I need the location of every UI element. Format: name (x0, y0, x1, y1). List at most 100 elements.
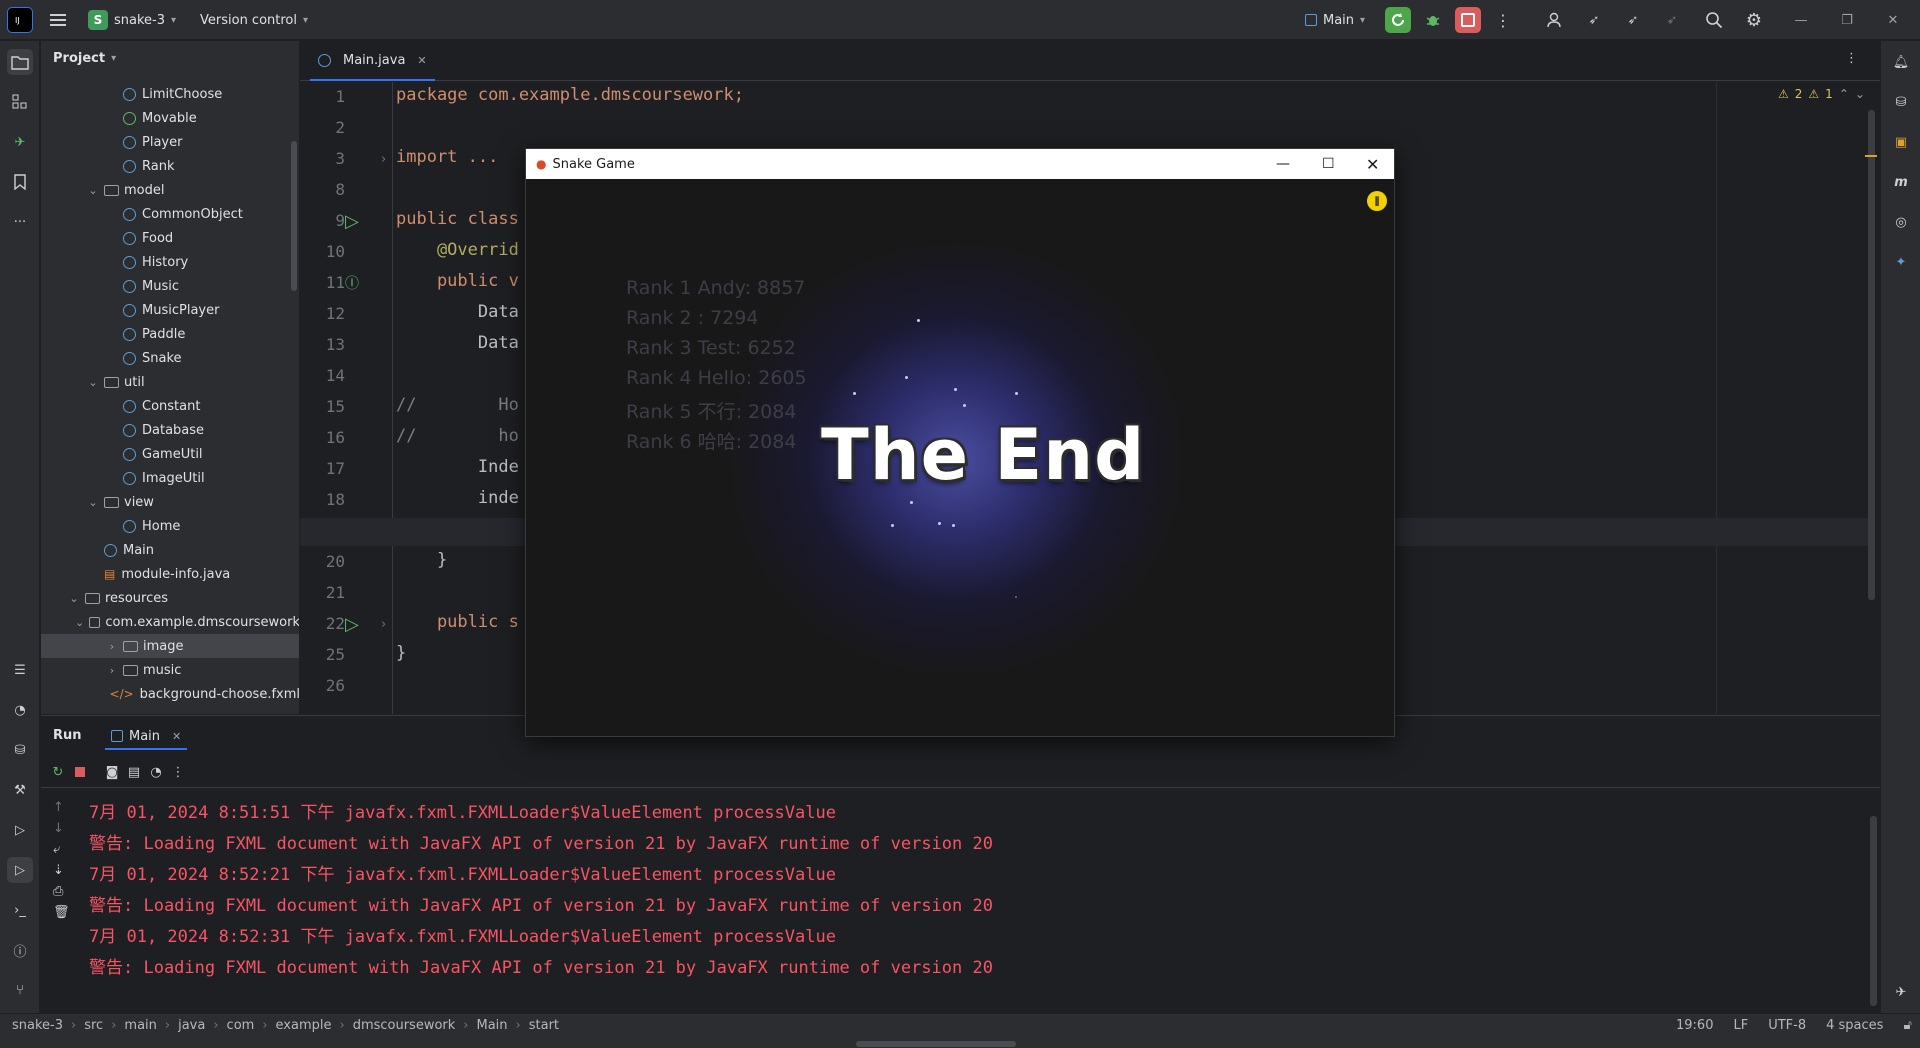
code-line[interactable]: } (396, 643, 406, 663)
chevron-up-icon[interactable]: ⌃ (1839, 87, 1849, 101)
vcs-widget[interactable]: Version control ▾ (200, 8, 308, 32)
tree-item[interactable]: ⌄ com.example.dmscoursework (41, 610, 299, 634)
jr-plugin-icon[interactable]: ✈ (7, 129, 33, 155)
tree-item[interactable]: Player (41, 130, 299, 154)
maven-icon[interactable]: m (1888, 169, 1914, 195)
tree-scrollbar[interactable] (291, 141, 297, 291)
chevron-down-icon[interactable]: ⌄ (86, 376, 100, 389)
run-class-gutter-icon[interactable]: ▷ (345, 211, 359, 232)
run-tool-icon[interactable]: ▷ (7, 857, 33, 883)
breadcrumb-item[interactable]: dmscoursework (353, 1018, 456, 1033)
inspections-widget[interactable]: ⚠ 2 ⚠ 1 ⌃ ⌄ (1778, 87, 1865, 101)
code-line[interactable]: Data (396, 302, 519, 322)
tree-item[interactable]: ⌄ util (41, 370, 299, 394)
tree-item[interactable]: History (41, 250, 299, 274)
run-main-gutter-icon[interactable]: ▷ (345, 614, 359, 635)
breadcrumb-item[interactable]: snake-3 (12, 1018, 63, 1033)
tree-item[interactable]: GameUtil (41, 442, 299, 466)
breadcrumb-item[interactable]: src (84, 1018, 103, 1033)
clear-trash-icon[interactable]: 🗑︎ (53, 905, 70, 920)
breadcrumb-item[interactable]: java (178, 1018, 205, 1033)
tree-item[interactable]: Paddle (41, 322, 299, 346)
tree-item[interactable]: ⌄ view (41, 490, 299, 514)
notifications-icon[interactable]: 🔔︎ (1888, 49, 1914, 75)
breadcrumb-item[interactable]: start (529, 1018, 559, 1033)
line-separator[interactable]: LF (1733, 1018, 1748, 1033)
main-menu-icon[interactable] (45, 7, 71, 33)
jr-icon[interactable]: ✈ (1888, 979, 1914, 1005)
deploy-icon[interactable]: ➶ (1581, 7, 1607, 33)
chevron-down-icon[interactable]: ⌄ (1855, 87, 1865, 101)
lock-icon[interactable]: 🔓︎ (1903, 1018, 1911, 1033)
chevron-down-icon[interactable]: ⌄ (86, 496, 100, 509)
fold-chevron-icon[interactable]: › (381, 152, 386, 167)
run-tab-main[interactable]: Main ✕ (105, 724, 188, 750)
terminal-icon[interactable]: ›_ (7, 897, 33, 923)
tree-item[interactable]: ⌄ resources (41, 586, 299, 610)
console-scrollbar[interactable] (1870, 816, 1877, 1006)
restore-window-icon[interactable]: ❐ (1834, 7, 1860, 33)
stop-button[interactable] (1455, 7, 1481, 33)
chevron-down-icon[interactable]: ⌄ (67, 592, 81, 605)
game-canvas[interactable]: ∥ Rank 1 Andy: 8857 Rank 2 : 7294 Rank 3 T… (526, 179, 1394, 736)
code-line[interactable]: // ho (396, 426, 519, 446)
tree-item[interactable]: › image (41, 634, 299, 658)
code-line[interactable]: } (396, 550, 447, 570)
tree-item[interactable]: Movable (41, 106, 299, 130)
more-tools-icon[interactable]: ··· (7, 209, 33, 235)
soft-wrap-icon[interactable]: ⤶ (53, 842, 67, 857)
todo-list-icon[interactable]: ☰ (7, 657, 33, 683)
editor-scrollbar[interactable] (1868, 110, 1875, 600)
more-actions-icon[interactable]: ⋮ (1490, 7, 1516, 33)
tree-item[interactable]: Constant (41, 394, 299, 418)
more-actions-icon[interactable]: ⋮ (165, 759, 191, 785)
git-icon[interactable]: ⑂ (7, 977, 33, 1003)
scroll-up-icon[interactable]: ↑ (53, 800, 67, 815)
minimize-window-icon[interactable]: — (1788, 7, 1814, 33)
tree-item[interactable]: </> background-choose.fxml (41, 682, 299, 706)
file-encoding[interactable]: UTF-8 (1768, 1018, 1806, 1033)
caret-position[interactable]: 19:60 (1676, 1018, 1713, 1033)
tree-item[interactable]: Main (41, 538, 299, 562)
chevron-right-icon[interactable]: › (105, 640, 119, 653)
chevron-down-icon[interactable]: ⌄ (86, 184, 100, 197)
breadcrumb-item[interactable]: example (276, 1018, 332, 1033)
close-tab-icon[interactable]: ✕ (172, 730, 181, 743)
database-icon[interactable]: ⛁ (7, 737, 33, 763)
scroll-to-end-icon[interactable]: ⇣ (53, 863, 67, 878)
chevron-down-icon[interactable]: ⌄ (74, 616, 84, 629)
database-panel-icon[interactable]: ⛁ (1888, 89, 1914, 115)
tree-item[interactable]: ▤ module-info.java (41, 562, 299, 586)
problems-icon[interactable]: ⓘ (7, 937, 33, 963)
scroll-down-icon[interactable]: ↓ (53, 821, 67, 836)
code-line[interactable]: Data (396, 333, 519, 353)
run-config-selector[interactable]: Main ▾ (1305, 8, 1365, 32)
editor-more-icon[interactable]: ⋮ (1845, 51, 1858, 66)
code-line[interactable]: public class (396, 209, 519, 229)
tree-item[interactable]: Rank (41, 154, 299, 178)
rerun-button[interactable] (1385, 7, 1411, 33)
code-line[interactable]: package com.example.dmscoursework; (396, 85, 744, 105)
fold-chevron-icon[interactable]: › (381, 617, 386, 632)
gradle-icon[interactable]: ◎ (1888, 209, 1914, 235)
project-panel-header[interactable]: Project ▾ (53, 51, 116, 66)
tree-item[interactable]: CommonObject (41, 202, 299, 226)
run-tab-label[interactable]: Run (53, 728, 82, 743)
maximize-game-icon[interactable]: ☐ (1322, 156, 1335, 172)
stop-icon[interactable] (67, 759, 93, 785)
indent-setting[interactable]: 4 spaces (1826, 1018, 1883, 1033)
services-icon[interactable]: ▷ (7, 817, 33, 843)
chevron-right-icon[interactable]: › (105, 664, 119, 677)
close-tab-icon[interactable]: ✕ (417, 54, 426, 67)
deploy-alt-icon[interactable]: ➶ (1620, 7, 1646, 33)
override-gutter-icon[interactable]: Ⓘ (345, 273, 359, 293)
settings-gear-icon[interactable]: ⚙ (1741, 7, 1767, 33)
tree-item[interactable]: › music (41, 658, 299, 682)
tree-item[interactable]: ImageUtil (41, 466, 299, 490)
structure-tool-icon[interactable] (7, 89, 33, 115)
app-logo-icon[interactable]: IJ (7, 7, 33, 33)
code-line[interactable]: import ... (396, 147, 498, 167)
plugin-box-icon[interactable]: ▣ (1888, 129, 1914, 155)
code-line[interactable]: public v (396, 271, 519, 291)
project-tool-icon[interactable] (7, 49, 33, 75)
